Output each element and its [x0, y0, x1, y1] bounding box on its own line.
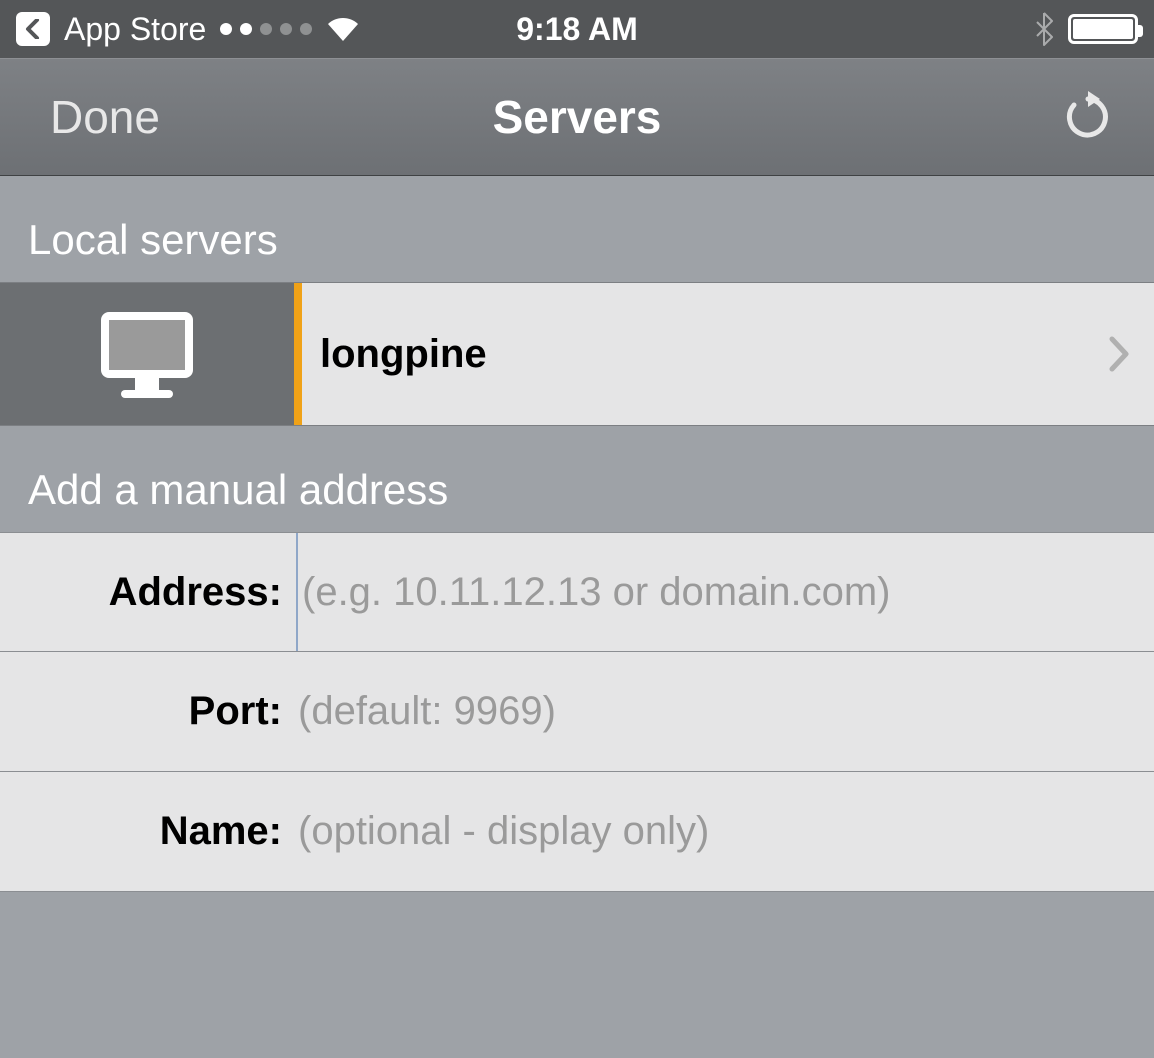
port-row: Port: [0, 652, 1154, 772]
name-input[interactable] [294, 772, 1154, 891]
back-to-app-store-icon[interactable] [16, 12, 50, 46]
content: Local servers longpine Add a manual addr… [0, 176, 1154, 1058]
bluetooth-icon [1034, 12, 1054, 46]
done-button[interactable]: Done [50, 90, 160, 144]
status-bar: App Store 9:18 AM [0, 0, 1154, 58]
local-servers-header: Local servers [0, 176, 1154, 282]
port-label: Port: [189, 689, 282, 733]
server-row-chevron [1084, 283, 1154, 425]
server-row-longpine[interactable]: longpine [0, 282, 1154, 426]
nav-bar: Done Servers [0, 58, 1154, 176]
name-row: Name: [0, 772, 1154, 892]
address-input[interactable] [296, 533, 1154, 651]
bottom-spacer [0, 892, 1154, 1058]
computer-icon [97, 308, 197, 400]
status-bar-time: 9:18 AM [516, 11, 638, 48]
page-indicator-dots [220, 23, 312, 35]
server-row-icon-box [0, 283, 294, 425]
page-title: Servers [0, 90, 1154, 144]
battery-icon [1068, 14, 1138, 44]
server-name-label: longpine [320, 332, 487, 377]
chevron-right-icon [1108, 336, 1130, 372]
wifi-icon [326, 16, 360, 42]
address-row: Address: [0, 532, 1154, 652]
status-bar-left: App Store [16, 11, 516, 48]
refresh-icon [1062, 91, 1114, 143]
refresh-button[interactable] [1062, 91, 1114, 143]
server-row-label-box: longpine [302, 283, 1084, 425]
back-app-label[interactable]: App Store [64, 11, 206, 48]
manual-address-header: Add a manual address [0, 426, 1154, 532]
status-bar-right [638, 12, 1138, 46]
address-label: Address: [109, 570, 282, 614]
name-label: Name: [160, 809, 282, 853]
port-input[interactable] [294, 652, 1154, 771]
server-row-accent [294, 283, 302, 425]
